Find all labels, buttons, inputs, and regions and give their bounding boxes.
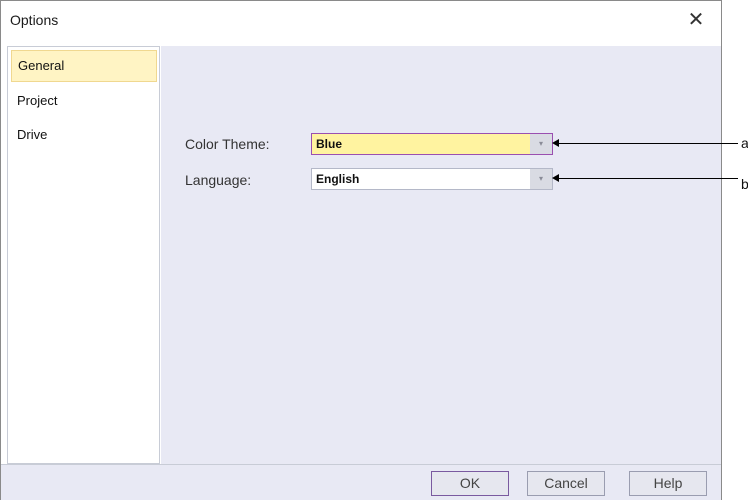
color-theme-select[interactable]: Blue ▾ — [311, 133, 553, 155]
cancel-button[interactable]: Cancel — [527, 471, 605, 496]
dialog-footer: OK Cancel Help — [1, 464, 721, 500]
color-theme-value: Blue — [316, 137, 343, 151]
settings-panel: Color Theme: Blue ▾ Language: English ▾ — [161, 46, 721, 464]
callout-b-line — [558, 178, 738, 179]
close-icon: ✕ — [687, 9, 705, 31]
language-select[interactable]: English ▾ — [311, 168, 553, 190]
callout-a-label: a — [741, 135, 748, 151]
options-dialog: Options ✕ General Project Drive Color Th… — [0, 0, 722, 500]
title-bar: Options ✕ — [1, 1, 721, 39]
language-label: Language: — [185, 172, 252, 188]
ok-button[interactable]: OK — [431, 471, 509, 496]
help-button[interactable]: Help — [629, 471, 707, 496]
sidebar-item-drive[interactable]: Drive — [11, 119, 157, 151]
sidebar-item-general[interactable]: General — [11, 50, 157, 82]
language-value: English — [316, 172, 360, 186]
close-button[interactable]: ✕ — [681, 7, 711, 33]
chevron-down-icon[interactable]: ▾ — [530, 134, 552, 154]
dialog-title: Options — [10, 12, 59, 28]
callout-a-line — [558, 143, 738, 144]
color-theme-label: Color Theme: — [185, 136, 270, 152]
sidebar-item-project[interactable]: Project — [11, 85, 157, 117]
options-sidebar: General Project Drive — [7, 46, 160, 464]
chevron-down-icon[interactable]: ▾ — [530, 169, 552, 189]
callout-b-label: b — [741, 176, 748, 192]
